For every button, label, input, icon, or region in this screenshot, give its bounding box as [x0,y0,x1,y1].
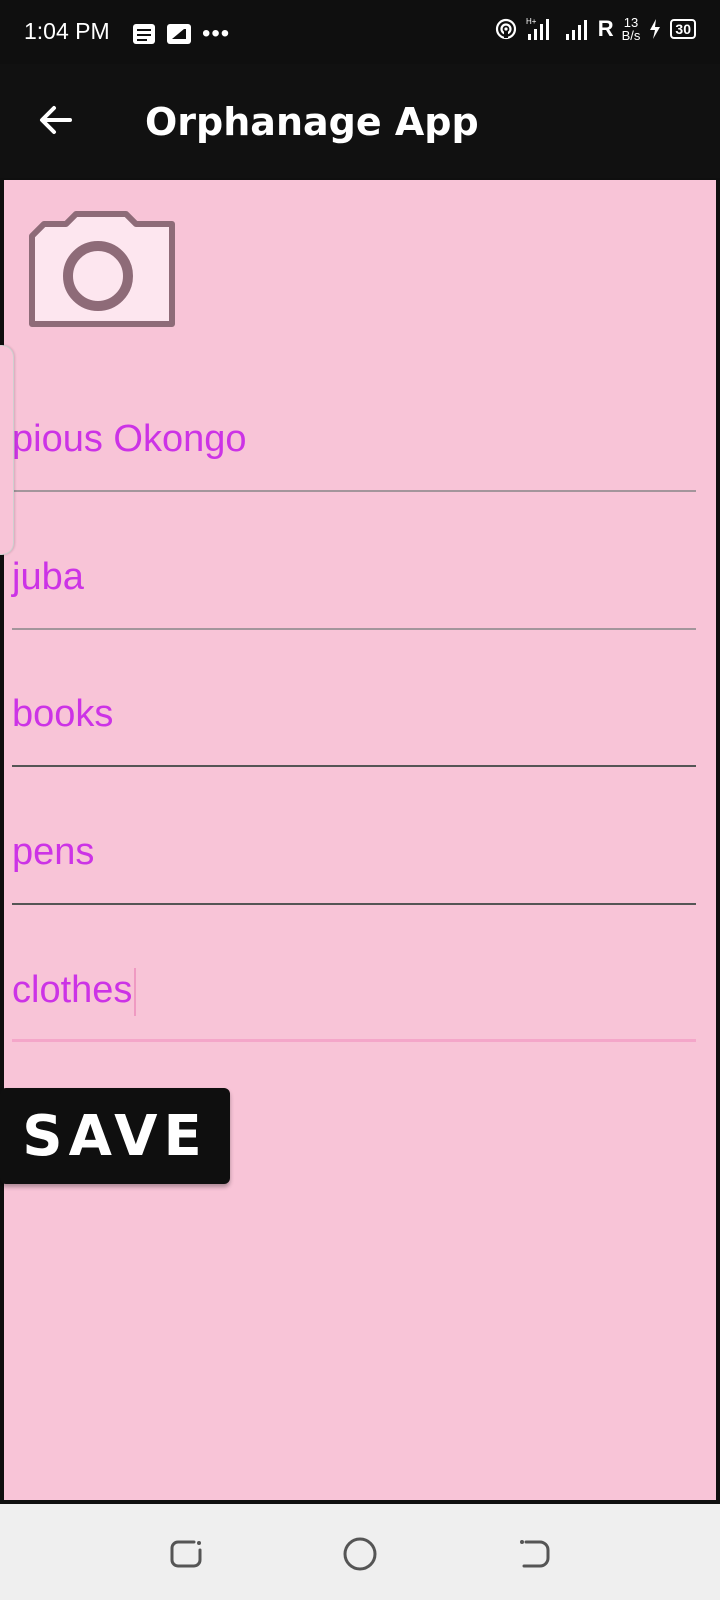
battery-level: 30 [675,21,691,37]
edge-panel-handle[interactable] [0,345,14,555]
item-value-3: clothes [12,969,133,1012]
battery-icon: 30 [670,19,696,39]
location-field[interactable]: juba [8,530,696,630]
app-bar: Orphanage App [0,64,720,178]
more-dots: ••• [202,20,231,47]
status-bar: 1:04 PM ••• H+ R 13 B/s 30 [0,0,720,64]
field-underline [12,628,696,630]
back-arrow-icon[interactable] [34,98,78,142]
signal-icon-1: H+ [526,17,549,40]
item-field-1[interactable]: books [8,667,696,767]
back-icon[interactable] [514,1534,554,1574]
form-content: pious Okongo juba books pens clothes [4,180,716,1500]
field-underline [12,903,696,905]
navigation-bar [0,1504,720,1600]
status-time: 1:04 PM [24,18,110,44]
network-speed: 13 B/s [621,15,641,43]
home-icon[interactable] [340,1534,380,1574]
item-value-2: pens [12,831,95,873]
field-underline [12,490,696,492]
field-underline-focused [12,1039,696,1042]
item-field-3[interactable]: clothes [8,942,696,1042]
charging-icon [650,19,661,39]
hotspot-icon [495,18,516,40]
location-value: juba [12,556,84,598]
message-icon [133,24,155,44]
name-value: pious Okongo [12,418,247,460]
status-right: H+ R 13 B/s 30 [494,16,696,42]
field-underline [12,765,696,767]
sim-icon [167,24,191,44]
signal-icon-2 [565,20,587,40]
text-cursor [134,968,137,1016]
camera-icon[interactable] [24,206,182,332]
save-button[interactable]: SAVE [0,1088,230,1184]
name-field[interactable]: pious Okongo [8,392,696,492]
page-title: Orphanage App [145,100,479,144]
item-value-3-wrapper: clothes [12,968,137,1016]
item-field-2[interactable]: pens [8,805,696,905]
recents-icon[interactable] [166,1534,206,1574]
roaming-indicator: R [597,16,614,41]
notification-icons: ••• [132,20,230,48]
svg-text:H+: H+ [526,17,537,26]
item-value-1: books [12,693,114,735]
